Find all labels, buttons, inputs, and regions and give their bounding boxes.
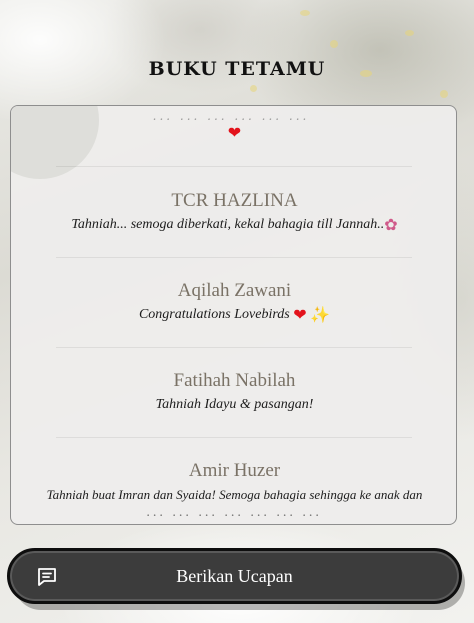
cut-message: ... ... ... ... ... ...	[152, 109, 310, 123]
list-item: Amir Huzer Tahniah buat Imran dan Syaida…	[11, 460, 456, 522]
give-wishes-button[interactable]: Berikan Ucapan	[7, 548, 462, 604]
background-decoration	[330, 40, 338, 48]
guest-message-cut: ... ... ... ... ... ... ...	[146, 505, 323, 520]
divider	[56, 437, 412, 438]
guest-message-text: Tahniah... semoga diberkati, kekal bahag…	[71, 217, 385, 232]
guest-message-text: Congratulations Lovebirds	[138, 307, 290, 322]
background-decoration	[300, 10, 310, 16]
guest-message: Congratulations Lovebirds ❤ ✨	[11, 305, 456, 324]
quote-icon: “	[11, 106, 27, 119]
background-decoration	[440, 90, 448, 98]
background-decoration	[250, 85, 257, 92]
guest-message: Tahniah Idayu & pasangan!	[155, 397, 314, 412]
list-item: Fatihah Nabilah Tahniah Idayu & pasangan…	[11, 370, 456, 414]
heart-emoji: ❤	[293, 305, 307, 324]
guest-message: Tahniah... semoga diberkati, kekal bahag…	[11, 215, 456, 234]
sparkle-emoji: ✨	[310, 305, 331, 324]
list-item: TCR HAZLINA Tahniah... semoga diberkati,…	[11, 190, 456, 234]
list-item: ❤	[11, 123, 456, 142]
list-item: Aqilah Zawani Congratulations Lovebirds …	[11, 280, 456, 324]
bouquet-emoji: ✿	[384, 215, 398, 234]
guest-name: Amir Huzer	[188, 460, 281, 481]
divider	[56, 347, 412, 348]
heart-emoji: ❤	[227, 123, 242, 142]
page-title: BUKU TETAMU	[148, 58, 326, 80]
guestbook-list[interactable]: “ ... ... ... ... ... ... ❤ TCR HAZLINA …	[10, 105, 457, 525]
guest-message: Tahniah buat Imran dan Syaida! Semoga ba…	[46, 487, 423, 502]
divider	[56, 166, 412, 167]
background-decoration	[405, 30, 414, 36]
divider	[56, 257, 412, 258]
guest-name: Aqilah Zawani	[177, 280, 292, 301]
guest-name: Fatihah Nabilah	[173, 370, 296, 391]
give-wishes-label: Berikan Ucapan	[176, 566, 293, 586]
guest-name: TCR HAZLINA	[171, 190, 298, 211]
